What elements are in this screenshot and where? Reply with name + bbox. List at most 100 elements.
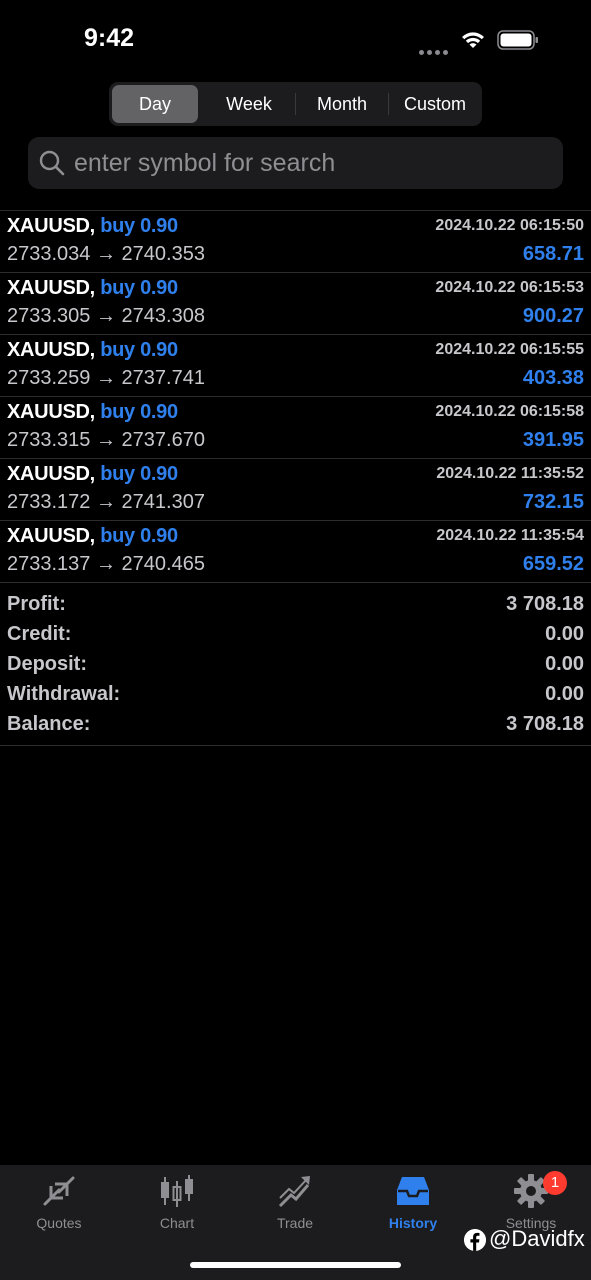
summary-label: Profit: <box>7 593 66 615</box>
deal-profit: 403.38 <box>522 367 584 389</box>
deal-profit: 659.52 <box>522 553 584 575</box>
summary-row: Balance: 3 708.18 <box>0 709 591 739</box>
deal-open-price: 2733.034 <box>7 243 91 265</box>
summary-row: Credit: 0.00 <box>0 619 591 649</box>
deal-symbol: XAUUSD, buy 0.90 <box>7 339 178 362</box>
deal-prices: 2733.315 → 2737.670 <box>7 429 205 452</box>
summary-row: Withdrawal: 0.00 <box>0 679 591 709</box>
summary-row: Profit: 3 708.18 <box>0 589 591 619</box>
summary-value: 0.00 <box>545 683 584 705</box>
period-month[interactable]: Month <box>296 85 388 123</box>
deal-row[interactable]: XAUUSD, buy 0.90 2733.305 → 2743.308 2024.… <box>0 272 591 334</box>
deal-symbol-name: XAUUSD, <box>7 525 95 547</box>
watermark-handle: @Davidfx <box>489 1226 585 1251</box>
deal-open-price: 2733.305 <box>7 305 91 327</box>
deal-arrow-icon: → <box>95 305 116 327</box>
deal-prices: 2733.259 → 2737.741 <box>7 367 205 390</box>
deal-datetime: 2024.10.22 06:15:58 <box>435 403 584 420</box>
deal-row[interactable]: XAUUSD, buy 0.90 2733.172 → 2741.307 2024.… <box>0 458 591 520</box>
settings-notification-badge: 1 <box>543 1171 567 1195</box>
summary-value: 3 708.18 <box>506 593 584 615</box>
deal-side-volume: buy 0.90 <box>100 277 178 299</box>
deal-side-volume: buy 0.90 <box>100 525 178 547</box>
deal-close-price: 2741.307 <box>121 491 205 513</box>
summary-value: 0.00 <box>545 653 584 675</box>
tab-settings[interactable]: Settings <box>472 1165 590 1235</box>
cellular-signal-icon <box>419 42 451 55</box>
period-segmented-control: Day Week Month Custom <box>109 82 482 126</box>
deal-row[interactable]: XAUUSD, buy 0.90 2733.259 → 2737.741 2024.… <box>0 334 591 396</box>
search-icon <box>39 150 65 176</box>
deal-prices: 2733.305 → 2743.308 <box>7 305 205 328</box>
deal-symbol: XAUUSD, buy 0.90 <box>7 525 178 548</box>
account-summary: Profit: 3 708.18 Credit: 0.00 Deposit: 0.00 Wi… <box>0 582 591 746</box>
wifi-icon <box>462 32 484 48</box>
deal-symbol-name: XAUUSD, <box>7 277 95 299</box>
period-custom[interactable]: Custom <box>389 85 481 123</box>
deal-prices: 2733.137 → 2740.465 <box>7 553 205 576</box>
deal-open-price: 2733.172 <box>7 491 91 513</box>
deal-arrow-icon: → <box>95 429 116 451</box>
deal-arrow-icon: → <box>95 243 116 265</box>
deal-symbol-name: XAUUSD, <box>7 401 95 423</box>
battery-icon <box>497 30 538 50</box>
deal-side-volume: buy 0.90 <box>100 339 178 361</box>
deals-list: XAUUSD, buy 0.90 2733.034 → 2740.353 2024.… <box>0 210 591 582</box>
history-icon <box>397 1177 429 1205</box>
summary-row: Deposit: 0.00 <box>0 649 591 679</box>
status-bar: 9:42 <box>0 0 591 80</box>
deal-datetime: 2024.10.22 06:15:55 <box>435 341 584 358</box>
deal-datetime: 2024.10.22 06:15:50 <box>435 217 584 234</box>
deal-symbol: XAUUSD, buy 0.90 <box>7 463 178 486</box>
facebook-icon <box>464 1229 486 1251</box>
summary-value: 3 708.18 <box>506 713 584 735</box>
deal-row[interactable]: XAUUSD, buy 0.90 2733.034 → 2740.353 2024.… <box>0 210 591 272</box>
deal-row[interactable]: XAUUSD, buy 0.90 2733.137 → 2740.465 2024.… <box>0 520 591 582</box>
summary-value: 0.00 <box>545 623 584 645</box>
deal-close-price: 2737.670 <box>121 429 205 451</box>
period-day[interactable]: Day <box>112 85 198 123</box>
deal-row[interactable]: XAUUSD, buy 0.90 2733.315 → 2737.670 2024.… <box>0 396 591 458</box>
status-time: 9:42 <box>84 24 135 52</box>
deal-open-price: 2733.259 <box>7 367 91 389</box>
tab-quotes[interactable]: Quotes <box>0 1165 118 1235</box>
deal-symbol-name: XAUUSD, <box>7 463 95 485</box>
deal-datetime: 2024.10.22 06:15:53 <box>435 279 584 296</box>
deal-profit: 391.95 <box>522 429 584 451</box>
tab-chart[interactable]: Chart <box>118 1165 236 1235</box>
deal-profit: 732.15 <box>522 491 584 513</box>
search-bar[interactable] <box>28 137 563 189</box>
chart-icon <box>161 1175 193 1207</box>
deal-symbol: XAUUSD, buy 0.90 <box>7 401 178 424</box>
summary-label: Balance: <box>7 713 91 735</box>
deal-side-volume: buy 0.90 <box>100 463 178 485</box>
tab-quotes-label: Quotes <box>36 1215 82 1231</box>
deal-close-price: 2740.353 <box>121 243 205 265</box>
deal-arrow-icon: → <box>95 553 116 575</box>
tab-trade[interactable]: Trade <box>236 1165 354 1235</box>
deal-symbol: XAUUSD, buy 0.90 <box>7 277 178 300</box>
deal-symbol-name: XAUUSD, <box>7 339 95 361</box>
tab-history[interactable]: History <box>354 1165 472 1235</box>
deal-close-price: 2743.308 <box>121 305 205 327</box>
period-week[interactable]: Week <box>203 85 295 123</box>
tab-history-label: History <box>388 1215 438 1231</box>
summary-label: Deposit: <box>7 653 87 675</box>
home-indicator[interactable] <box>190 1262 401 1268</box>
tab-chart-label: Chart <box>159 1215 195 1231</box>
deal-arrow-icon: → <box>95 491 116 513</box>
deal-side-volume: buy 0.90 <box>100 401 178 423</box>
search-input[interactable] <box>74 137 544 189</box>
quotes-icon <box>43 1176 75 1206</box>
deal-prices: 2733.172 → 2741.307 <box>7 491 205 514</box>
deal-profit: 900.27 <box>522 305 584 327</box>
trade-icon <box>278 1176 310 1208</box>
summary-label: Credit: <box>7 623 72 645</box>
deal-arrow-icon: → <box>95 367 116 389</box>
deal-symbol: XAUUSD, buy 0.90 <box>7 215 178 238</box>
deal-datetime: 2024.10.22 11:35:52 <box>436 465 584 482</box>
deal-close-price: 2737.741 <box>121 367 205 389</box>
summary-label: Withdrawal: <box>7 683 121 705</box>
deal-symbol-name: XAUUSD, <box>7 215 95 237</box>
deal-prices: 2733.034 → 2740.353 <box>7 243 205 266</box>
